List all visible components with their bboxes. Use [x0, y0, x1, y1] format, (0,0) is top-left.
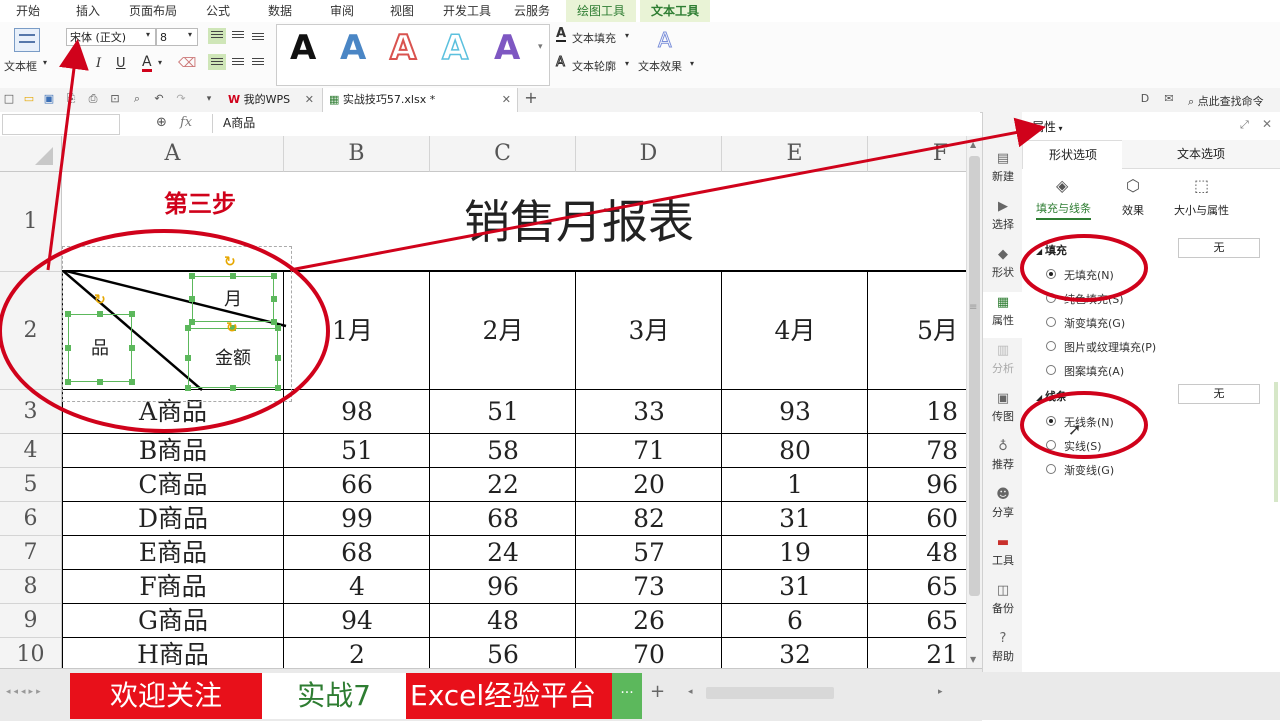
annotation-circle-no-line — [1020, 391, 1148, 459]
annotation-circle-no-fill — [1020, 234, 1148, 302]
annotation-overlay — [0, 39, 1148, 459]
annotation-arrow-font — [46, 39, 89, 271]
annotation-arrow-properties — [289, 117, 1046, 272]
